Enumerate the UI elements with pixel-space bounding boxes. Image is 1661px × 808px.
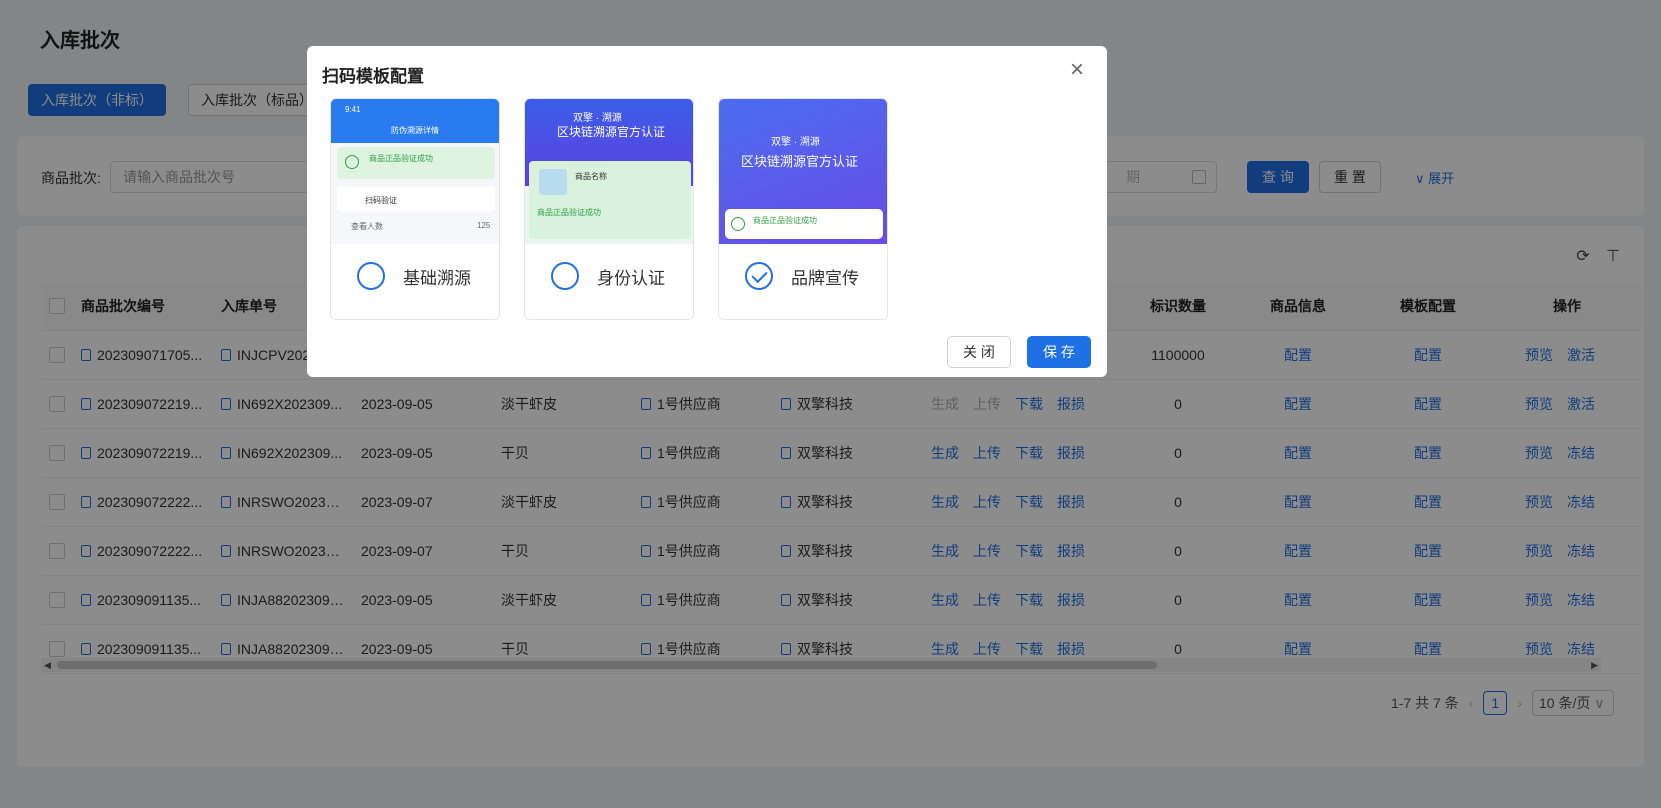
preview-brand: 双擎 · 溯源	[771, 137, 820, 148]
close-icon[interactable]: ×	[1065, 58, 1089, 82]
template-option-brand[interactable]: 品牌宣传	[745, 262, 859, 290]
image-placeholder-icon	[539, 169, 567, 195]
check-circle-icon	[345, 155, 359, 169]
preview-views-label: 查看人数	[351, 222, 383, 231]
template-preview-basic: 9:41 防伪溯源详情 商品正品验证成功 扫码验证 查看人数 125	[331, 99, 499, 244]
modal-title: 扫码模板配置	[322, 67, 424, 86]
template-preview-brand: 双擎 · 溯源 区块链溯源官方认证 商品正品验证成功	[719, 99, 887, 244]
preview-brand: 双擎 · 溯源	[573, 113, 622, 124]
preview-scan-row	[337, 187, 495, 211]
template-preview-identity: 双擎 · 溯源 区块链溯源官方认证 商品名称 商品正品验证成功	[525, 99, 693, 244]
template-label-brand: 品牌宣传	[791, 268, 859, 288]
preview-scan-text: 扫码验证	[365, 196, 397, 205]
radio-brand[interactable]	[745, 262, 773, 290]
preview-views-count: 125	[477, 221, 491, 230]
template-option-basic[interactable]: 基础溯源	[357, 262, 471, 290]
template-label-basic: 基础溯源	[403, 268, 471, 288]
modal-save-button[interactable]: 保 存	[1027, 336, 1091, 368]
preview-time: 9:41	[345, 105, 361, 114]
preview-verify-text: 商品正品验证成功	[537, 208, 601, 217]
radio-basic[interactable]	[357, 262, 385, 290]
preview-product-name: 商品名称	[575, 172, 607, 181]
template-option-identity[interactable]: 身份认证	[551, 262, 665, 290]
preview-chain-title: 区块链溯源官方认证	[741, 154, 859, 169]
preview-success-text: 商品正品验证成功	[369, 154, 433, 163]
template-card-identity[interactable]: 双擎 · 溯源 区块链溯源官方认证 商品名称 商品正品验证成功 身份认证	[524, 98, 694, 320]
preview-chain-title: 区块链溯源官方认证	[557, 125, 666, 139]
modal-close-button[interactable]: 关 闭	[947, 336, 1011, 368]
template-card-basic[interactable]: 9:41 防伪溯源详情 商品正品验证成功 扫码验证 查看人数 125 基础溯源	[330, 98, 500, 320]
radio-identity[interactable]	[551, 262, 579, 290]
preview-heading: 防伪溯源详情	[391, 126, 439, 135]
template-config-modal: 扫码模板配置 × 9:41 防伪溯源详情 商品正品验证成功 扫码验证 查看人数 …	[307, 46, 1107, 377]
template-card-brand[interactable]: 双擎 · 溯源 区块链溯源官方认证 商品正品验证成功 品牌宣传	[718, 98, 888, 320]
preview-verify-text: 商品正品验证成功	[753, 216, 817, 225]
check-circle-icon	[731, 217, 745, 231]
template-label-identity: 身份认证	[597, 268, 665, 288]
